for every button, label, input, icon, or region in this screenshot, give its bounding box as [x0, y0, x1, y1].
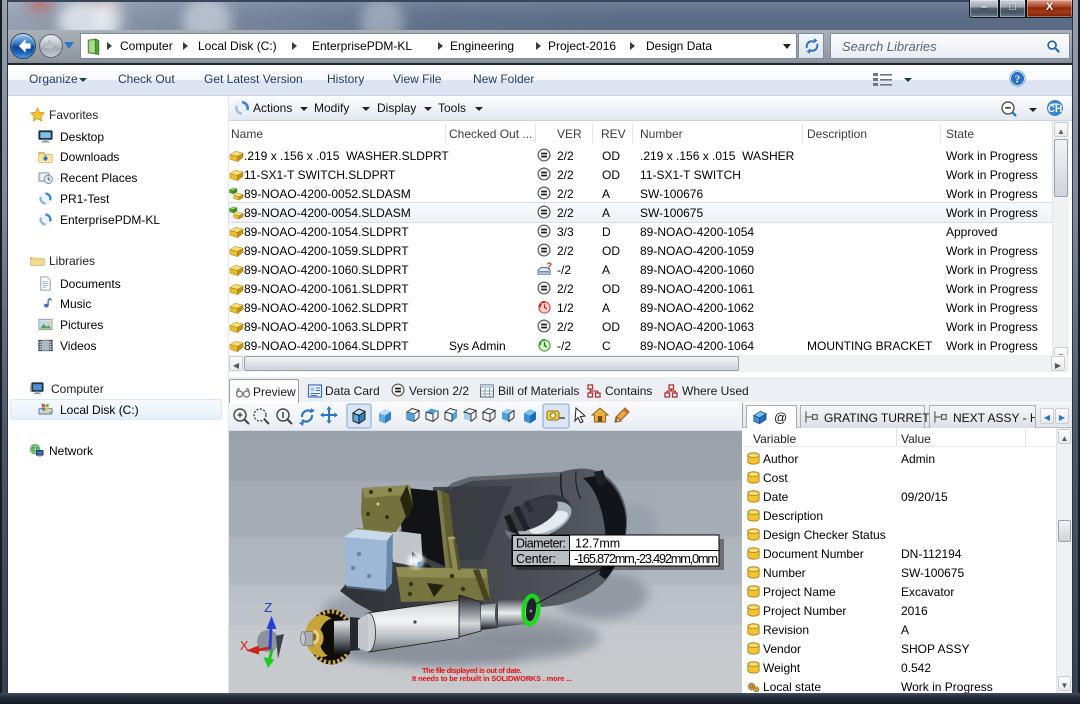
svg-text:Center:: Center:	[516, 552, 556, 566]
svg-text:-165.872mm,-23.492mm,0mm: -165.872mm,-23.492mm,0mm	[574, 551, 718, 566]
svg-text:X: X	[240, 639, 249, 655]
svg-text:?: ?	[546, 262, 552, 271]
svg-text:Diameter:: Diameter:	[516, 537, 566, 551]
svg-text:Z: Z	[264, 601, 272, 617]
svg-text:?: ?	[1015, 74, 1021, 86]
svg-text:12.7mm: 12.7mm	[575, 537, 620, 551]
svg-text:CH: CH	[1048, 104, 1062, 115]
svg-text:It needs to be rebuilt in SOLI: It needs to be rebuilt in SOLIDWORKS . m…	[412, 674, 572, 683]
